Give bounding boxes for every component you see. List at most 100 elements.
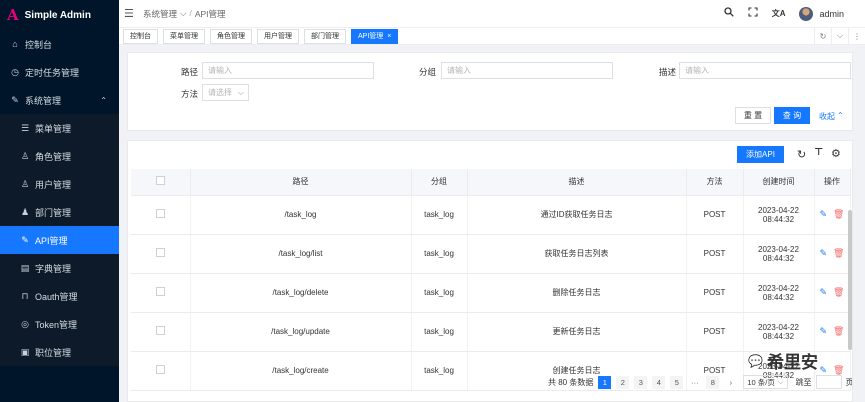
sidebar-subitem[interactable]: ◎ Token管理 (0, 310, 119, 338)
more-icon[interactable]: ⋮ (848, 28, 865, 44)
sidebar-subitem[interactable]: ▤ 字典管理 (0, 254, 119, 282)
chevron-down-icon: ⌵ (237, 87, 244, 97)
sidebar-item-label: 用户管理 (35, 179, 72, 190)
tab[interactable]: API管理 × (351, 28, 399, 44)
next-page-button[interactable]: › (724, 376, 737, 389)
created-time: 08:44:32 (762, 253, 795, 263)
search-form: 路径 请输入 分组 请输入 描述 请输入 方法 请选择 ⌵ 重 置 查 询 收起… (127, 52, 853, 131)
brand-logo[interactable]: A Simple Admin (0, 0, 119, 30)
sidebar-item-label: API管理 (35, 235, 68, 246)
vertical-scrollbar[interactable] (848, 142, 852, 390)
chevron-down-icon[interactable]: ⌵ (180, 8, 186, 20)
refresh-icon[interactable]: ↻ (797, 148, 806, 161)
page-button[interactable]: 1 (598, 375, 612, 389)
page-button[interactable]: 2 (616, 375, 630, 389)
page-button[interactable]: ··· (688, 376, 701, 389)
column-height-icon[interactable]: ⊤ (814, 147, 823, 158)
sidebar-item-label: 角色管理 (35, 151, 72, 162)
refresh-icon[interactable]: ↻ (814, 28, 831, 44)
edit-icon[interactable]: ✎ (820, 209, 828, 219)
sidebar-subitem[interactable]: ⊓ Oauth管理 (0, 282, 119, 310)
edit-icon[interactable]: ✎ (820, 326, 828, 336)
sidebar-item[interactable]: ⌂ 控制台 (0, 30, 119, 58)
sidebar-item-label: 定时任务管理 (25, 67, 80, 78)
sidebar-subitem[interactable]: ☰ 菜单管理 (0, 114, 119, 142)
sidebar-subitem[interactable]: ♟ 部门管理 (0, 198, 119, 226)
created-time-cell: 2023-04-22 08:44:32 (743, 234, 815, 274)
sidebar-item[interactable]: ✎ 系统管理 ⌃ (0, 86, 119, 114)
tab[interactable]: 用户管理 (257, 28, 299, 44)
watermark-text: 希里安 (767, 353, 818, 372)
sidebar-subitem[interactable]: ♙ 角色管理 (0, 142, 119, 170)
top-bar: ☰ 系统管理 ⌵ / API管理 文A admin (119, 0, 865, 28)
tab[interactable]: 控制台 (123, 28, 158, 44)
delete-icon[interactable]: 🗑 (833, 248, 844, 258)
edit-icon[interactable]: ✎ (820, 248, 828, 258)
method-select[interactable]: 请选择 ⌵ (202, 84, 249, 101)
tab[interactable]: 菜单管理 (163, 28, 205, 44)
wrench-icon: ✎ (11, 94, 19, 105)
row-checkbox[interactable] (131, 195, 191, 235)
page-button[interactable]: 5 (670, 375, 684, 389)
scrollbar-thumb[interactable] (848, 210, 852, 350)
description-cell: 获取任务日志列表 (467, 234, 687, 274)
sidebar-subitem[interactable]: ♙ 用户管理 (0, 170, 119, 198)
sidebar-item[interactable]: ◷ 定时任务管理 (0, 58, 119, 86)
chevron-down-icon[interactable]: ⌵ (831, 28, 848, 44)
description-input[interactable]: 请输入 (679, 62, 851, 79)
row-checkbox[interactable] (131, 273, 191, 313)
settings-icon[interactable]: ⚙ (831, 147, 841, 160)
page-button[interactable]: 8 (706, 375, 720, 389)
delete-icon[interactable]: 🗑 (833, 326, 844, 336)
created-time-cell: 2023-04-22 08:44:32 (743, 195, 815, 235)
api-table: 路径 分组 描述 方法 创建时间 操作 /task_log task_log 通… (131, 169, 851, 391)
book-icon: ▤ (20, 262, 30, 273)
close-icon[interactable]: × (387, 33, 391, 40)
translate-icon[interactable]: 文A (772, 8, 786, 19)
tab[interactable]: 部门管理 (304, 28, 346, 44)
add-api-button[interactable]: 添加API (737, 146, 784, 163)
column-header: 创建时间 (743, 169, 815, 196)
column-header: 操作 (814, 169, 851, 196)
page-button[interactable]: 3 (634, 375, 648, 389)
sidebar-subitem[interactable]: ▣ 职位管理 (0, 338, 119, 366)
query-button[interactable]: 查 询 (774, 107, 810, 124)
row-checkbox[interactable] (131, 234, 191, 274)
fullscreen-icon[interactable] (748, 7, 758, 20)
path-input[interactable]: 请输入 (202, 62, 374, 79)
delete-icon[interactable]: 🗑 (833, 287, 844, 297)
tab-label: 用户管理 (264, 33, 292, 40)
method-select-placeholder: 请选择 (208, 88, 232, 97)
group-cell: task_log (411, 234, 468, 274)
table-header-row: 路径 分组 描述 方法 创建时间 操作 (131, 169, 851, 196)
link-icon: ✎ (21, 234, 29, 245)
page-button[interactable]: 4 (652, 375, 666, 389)
column-header: 分组 (411, 169, 468, 196)
delete-icon[interactable]: 🗑 (833, 209, 844, 219)
search-icon[interactable] (724, 7, 734, 20)
created-time: 08:44:32 (762, 331, 795, 341)
group-cell: task_log (411, 195, 468, 235)
menu-fold-icon[interactable]: ☰ (124, 7, 138, 20)
tab[interactable]: 角色管理 (210, 28, 252, 44)
sidebar-item-label: Oauth管理 (35, 291, 78, 302)
edit-icon[interactable]: ✎ (820, 287, 828, 297)
method-cell: POST (686, 273, 744, 313)
username: admin (819, 8, 844, 19)
reset-button[interactable]: 重 置 (735, 107, 771, 124)
collapse-label: 收起 (819, 112, 835, 121)
tab-label: 角色管理 (217, 33, 245, 40)
collapse-link[interactable]: 收起 ⌃ (819, 111, 844, 122)
row-checkbox[interactable] (131, 312, 191, 352)
sidebar-subitem[interactable]: ✎ API管理 (0, 226, 119, 254)
key-icon: ◎ (21, 318, 29, 329)
user-menu[interactable]: admin (799, 6, 844, 21)
page-size-select[interactable]: 10 条/页 ⌵ (743, 375, 788, 389)
group-input[interactable]: 请输入 (441, 62, 613, 79)
total-count: 共 80 条数据 (548, 377, 594, 387)
breadcrumb-item[interactable]: 系统管理 (143, 8, 177, 20)
actions-cell: ✎ 🗑 (814, 273, 851, 313)
jump-page-input[interactable] (815, 375, 842, 389)
description-label: 描述 (659, 67, 677, 77)
select-all-checkbox[interactable] (131, 169, 191, 196)
